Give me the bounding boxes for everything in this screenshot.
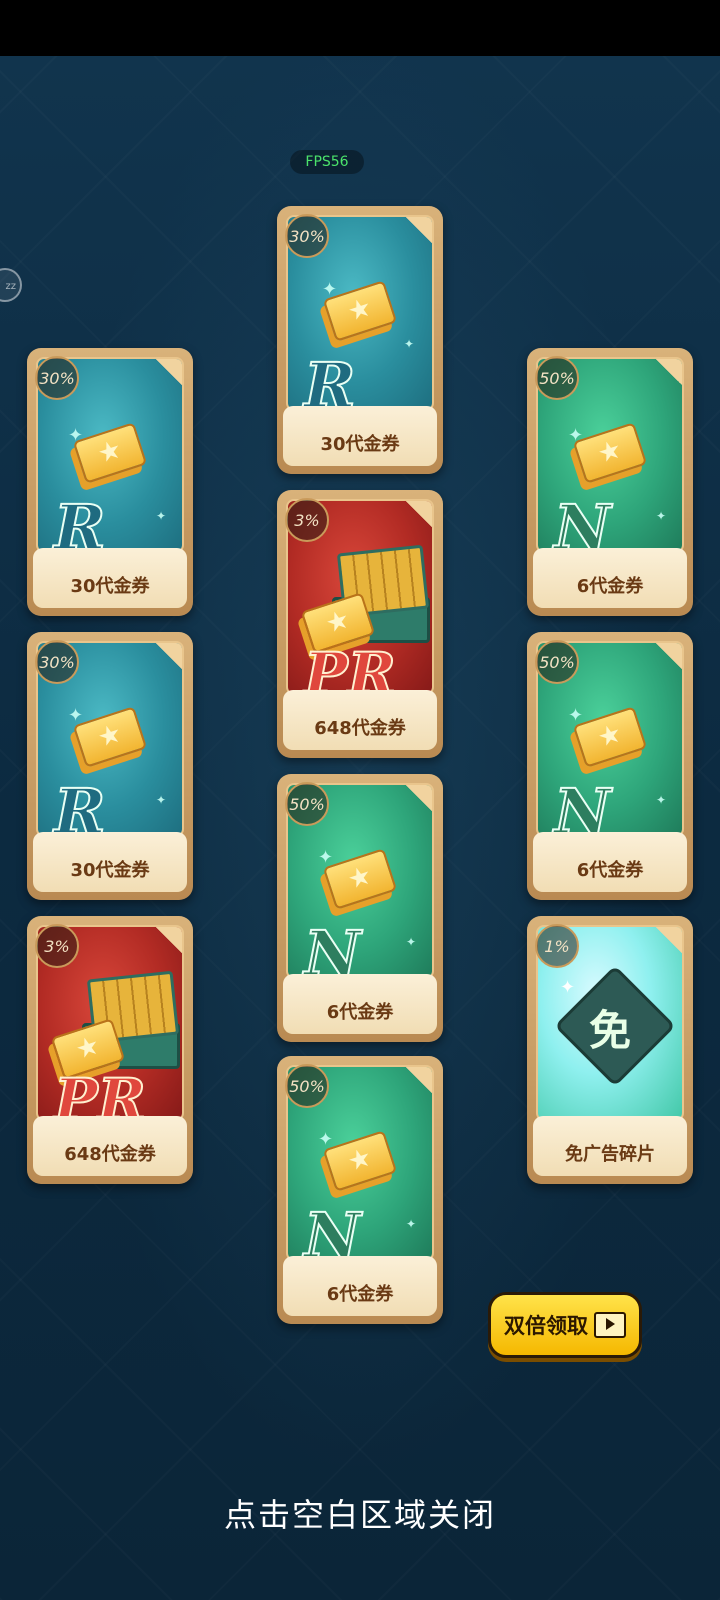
voucher-ticket-icon: ★ (572, 422, 648, 484)
reward-card: ✦ ✦ ★ N 50% 6代金券 (277, 1056, 443, 1324)
drop-rate-badge: 1% (535, 924, 579, 968)
video-icon (594, 1312, 626, 1338)
rarity-letter: R (53, 491, 107, 553)
voucher-ticket-icon: ★ (572, 706, 648, 768)
rarity-letter: N (303, 917, 362, 979)
card-banner: 648代金券 (283, 690, 437, 750)
reward-card: ✦ ✦ ★ R 30% 30代金券 (27, 348, 193, 616)
card-label: 648代金券 (314, 718, 406, 739)
reward-card: ✦ ✦ ★ N 50% 6代金券 (527, 632, 693, 900)
sparkle-icon: ✦ (404, 337, 415, 351)
card-label: 6代金券 (576, 860, 644, 881)
card-banner: 6代金券 (283, 974, 437, 1034)
fps-counter: FPS56 (290, 150, 364, 174)
card-banner: 30代金券 (33, 832, 187, 892)
drop-rate-badge: 50% (285, 782, 329, 826)
drop-rate-badge: 3% (285, 498, 329, 542)
sparkle-icon: ✦ (656, 509, 667, 523)
drop-rate-badge: 50% (535, 356, 579, 400)
drop-rate-badge: 50% (535, 640, 579, 684)
drop-rate-badge: 3% (35, 924, 79, 968)
voucher-ticket-icon: ★ (72, 422, 148, 484)
card-label: 648代金券 (64, 1144, 156, 1165)
drop-rate-badge: 50% (285, 1064, 329, 1108)
card-banner: 6代金券 (533, 832, 687, 892)
reward-card: ★ PR 3% 648代金券 (277, 490, 443, 758)
sparkle-icon: ✦ (560, 977, 576, 998)
card-label: 免广告碎片 (565, 1144, 655, 1165)
card-label: 6代金券 (576, 576, 644, 597)
drop-rate-badge: 30% (35, 356, 79, 400)
status-bar (0, 0, 720, 56)
card-label: 6代金券 (326, 1002, 394, 1023)
double-claim-label: 双倍领取 (504, 1314, 588, 1338)
voucher-ticket-icon: ★ (72, 706, 148, 768)
card-banner: 30代金券 (33, 548, 187, 608)
card-label: 30代金券 (320, 434, 400, 455)
card-banner: 30代金券 (283, 406, 437, 466)
rarity-letter: N (553, 775, 612, 837)
card-label: 30代金券 (70, 576, 150, 597)
voucher-ticket-icon: ★ (322, 1130, 398, 1192)
card-label: 30代金券 (70, 860, 150, 881)
rarity-letter: R (53, 775, 107, 837)
drop-rate-badge: 30% (285, 214, 329, 258)
drop-rate-badge: 30% (35, 640, 79, 684)
sparkle-icon: ✦ (406, 935, 417, 949)
rarity-letter: N (303, 1199, 362, 1261)
reward-card: ✦ ✦ ★ N 50% 6代金券 (277, 774, 443, 1042)
reward-card: ✦ ✦ ★ R 30% 30代金券 (277, 206, 443, 474)
rarity-letter: PR (303, 640, 397, 695)
reward-card: ✦ ✦ ★ R 30% 30代金券 (27, 632, 193, 900)
card-banner: 免广告碎片 (533, 1116, 687, 1176)
reward-card: ★ PR 3% 648代金券 (27, 916, 193, 1184)
sparkle-icon: ✦ (156, 793, 167, 807)
rarity-letter: N (553, 491, 612, 553)
card-banner: 6代金券 (533, 548, 687, 608)
double-claim-button[interactable]: 双倍领取 (488, 1292, 642, 1358)
sparkle-icon: ✦ (156, 509, 167, 523)
tap-to-close-hint: 点击空白区域关闭 (223, 1496, 496, 1534)
sparkle-icon: ✦ (656, 793, 667, 807)
rarity-letter: R (303, 349, 357, 411)
card-banner: 6代金券 (283, 1256, 437, 1316)
reward-card: ✦ ✦ ★ N 50% 6代金券 (527, 348, 693, 616)
voucher-ticket-icon: ★ (322, 848, 398, 910)
ad-free-char: 免 (588, 1006, 631, 1055)
sparkle-icon: ✦ (406, 1217, 417, 1231)
reward-card: ✦ 免 1% 免广告碎片 (527, 916, 693, 1184)
rarity-letter: PR (53, 1066, 147, 1121)
card-banner: 648代金券 (33, 1116, 187, 1176)
card-label: 6代金券 (326, 1284, 394, 1305)
